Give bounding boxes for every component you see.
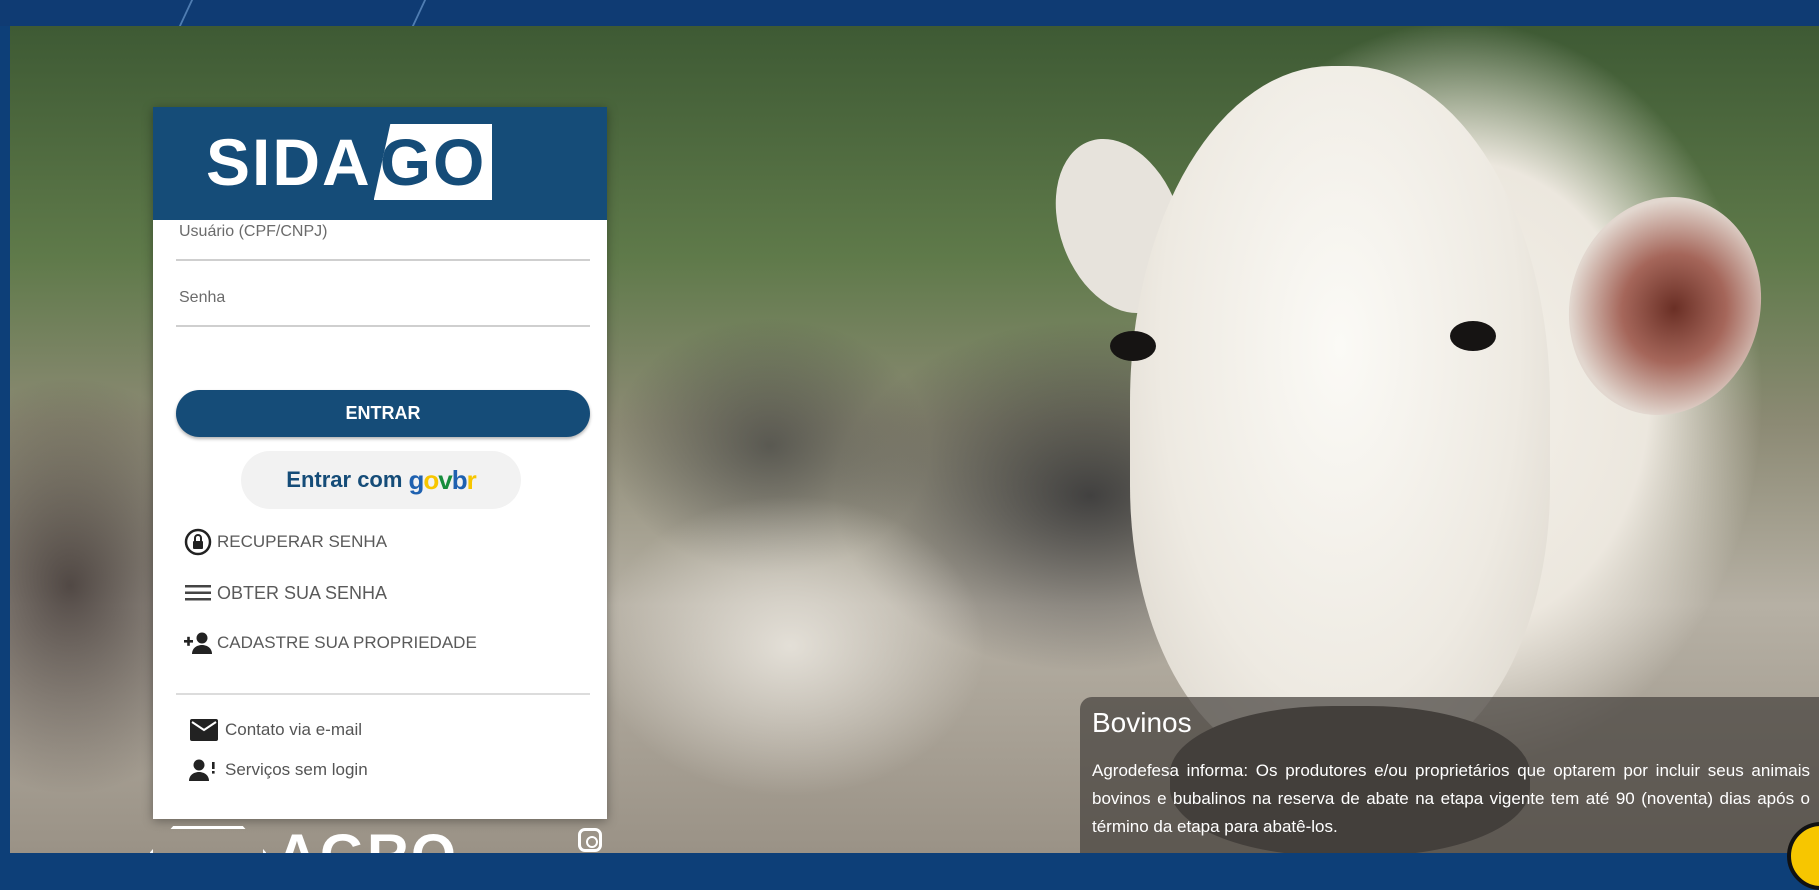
register-property-link[interactable]: CADASTRE SUA PROPRIEDADE	[183, 629, 477, 657]
logo-text: SIDA	[206, 125, 372, 199]
cow-ear	[1544, 175, 1786, 437]
contact-email-link[interactable]: Contato via e-mail	[189, 717, 362, 743]
user-services-icon	[189, 757, 219, 783]
username-field[interactable]: Usuário (CPF/CNPJ)	[176, 213, 594, 261]
agro-logo: AGRO	[150, 826, 458, 853]
add-user-icon	[183, 629, 213, 657]
top-bar	[0, 0, 1819, 26]
logo-text-highlight: GO	[373, 124, 493, 200]
gov-br-login-button[interactable]: Entrar com govbr	[241, 451, 521, 509]
lock-reset-icon	[183, 528, 213, 556]
get-password-label: OBTER SUA SENHA	[217, 582, 388, 603]
instagram-icon[interactable]	[578, 828, 602, 852]
decorative-stripe	[411, 0, 427, 26]
password-field[interactable]: Senha	[176, 279, 594, 327]
mail-icon	[189, 717, 219, 743]
gov-login-label: Entrar com	[286, 467, 403, 492]
services-without-login-label: Serviços sem login	[225, 760, 368, 779]
gov-br-logo: govbr	[408, 464, 476, 495]
recover-password-link[interactable]: RECUPERAR SENHA	[183, 528, 387, 556]
news-title: Bovinos	[1092, 707, 1192, 738]
cow-head	[1130, 66, 1550, 766]
news-panel: Bovinos Agrodefesa informa: Os produtore…	[1080, 697, 1819, 853]
news-body: Agrodefesa informa: Os produtores e/ou p…	[1092, 761, 1810, 836]
services-without-login-link[interactable]: Serviços sem login	[189, 757, 368, 783]
login-panel: SIDA GO Usuário (CPF/CNPJ) Senha ENTRAR …	[153, 107, 607, 819]
cow-eye	[1110, 331, 1156, 361]
login-header: SIDA GO	[153, 107, 607, 220]
register-property-label: CADASTRE SUA PROPRIEDADE	[217, 633, 477, 652]
agro-badge-icon	[150, 826, 266, 853]
menu-lines-icon	[183, 579, 213, 607]
get-password-link[interactable]: OBTER SUA SENHA	[183, 579, 387, 607]
agro-logo-text: AGRO	[276, 826, 458, 853]
contact-email-label: Contato via e-mail	[225, 720, 363, 739]
password-input[interactable]	[176, 279, 594, 327]
recover-password-label: RECUPERAR SENHA	[217, 532, 388, 551]
username-input[interactable]	[176, 213, 594, 261]
cow-eye	[1450, 321, 1496, 351]
sidago-logo: SIDA GO	[206, 122, 493, 202]
login-button[interactable]: ENTRAR	[176, 390, 590, 437]
decorative-stripe	[178, 0, 194, 26]
divider	[176, 693, 590, 695]
